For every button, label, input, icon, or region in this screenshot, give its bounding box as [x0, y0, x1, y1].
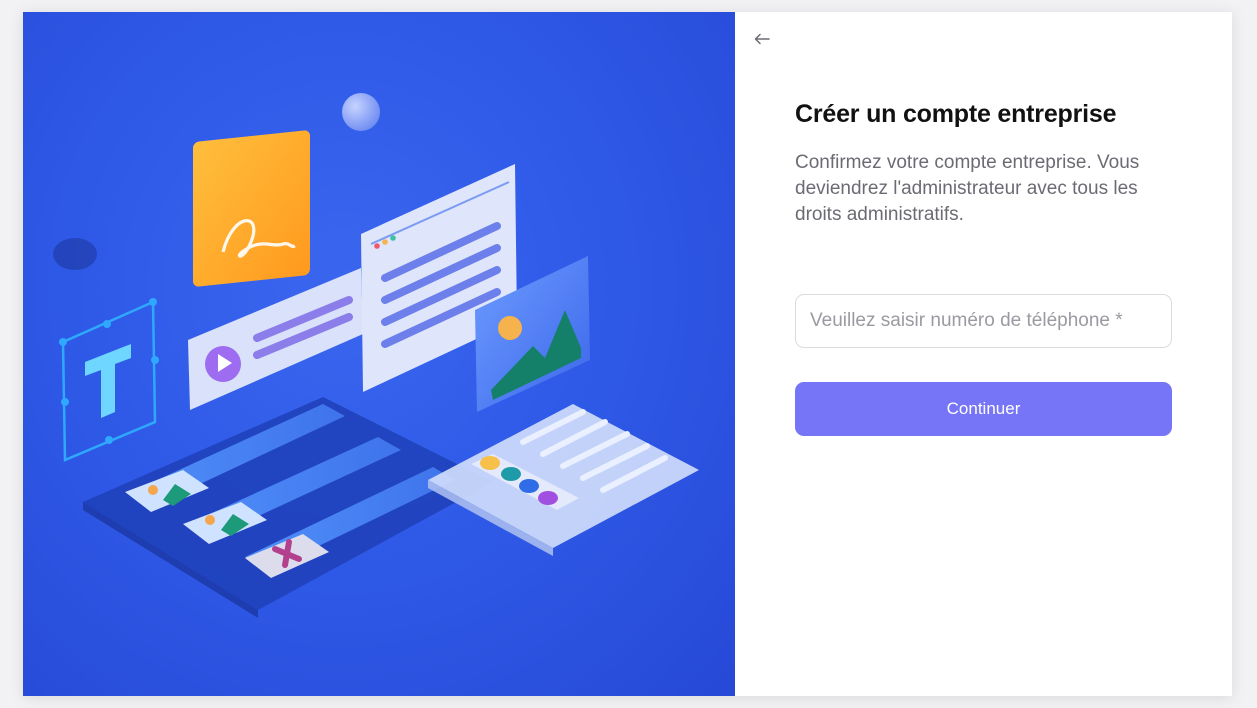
- arrow-left-icon: [754, 33, 770, 45]
- continue-button[interactable]: Continuer: [795, 382, 1172, 436]
- back-button[interactable]: [751, 28, 773, 50]
- signup-card: Créer un compte entreprise Confirmez vot…: [23, 12, 1232, 696]
- page-title: Créer un compte entreprise: [795, 100, 1117, 128]
- text-tool-icon: [59, 298, 159, 462]
- signup-panel: Créer un compte entreprise Confirmez vot…: [735, 12, 1232, 696]
- media-card-icon: [188, 268, 363, 410]
- signature-card-icon: [193, 130, 310, 287]
- blur-blob: [53, 238, 97, 270]
- palette-card-icon: [428, 404, 699, 556]
- sphere-shape: [342, 93, 380, 131]
- page-subtitle: Confirmez votre compte entreprise. Vous …: [795, 152, 1140, 225]
- isometric-scene: [53, 93, 699, 618]
- phone-number-input[interactable]: [795, 294, 1172, 348]
- business-illustration: [23, 12, 735, 696]
